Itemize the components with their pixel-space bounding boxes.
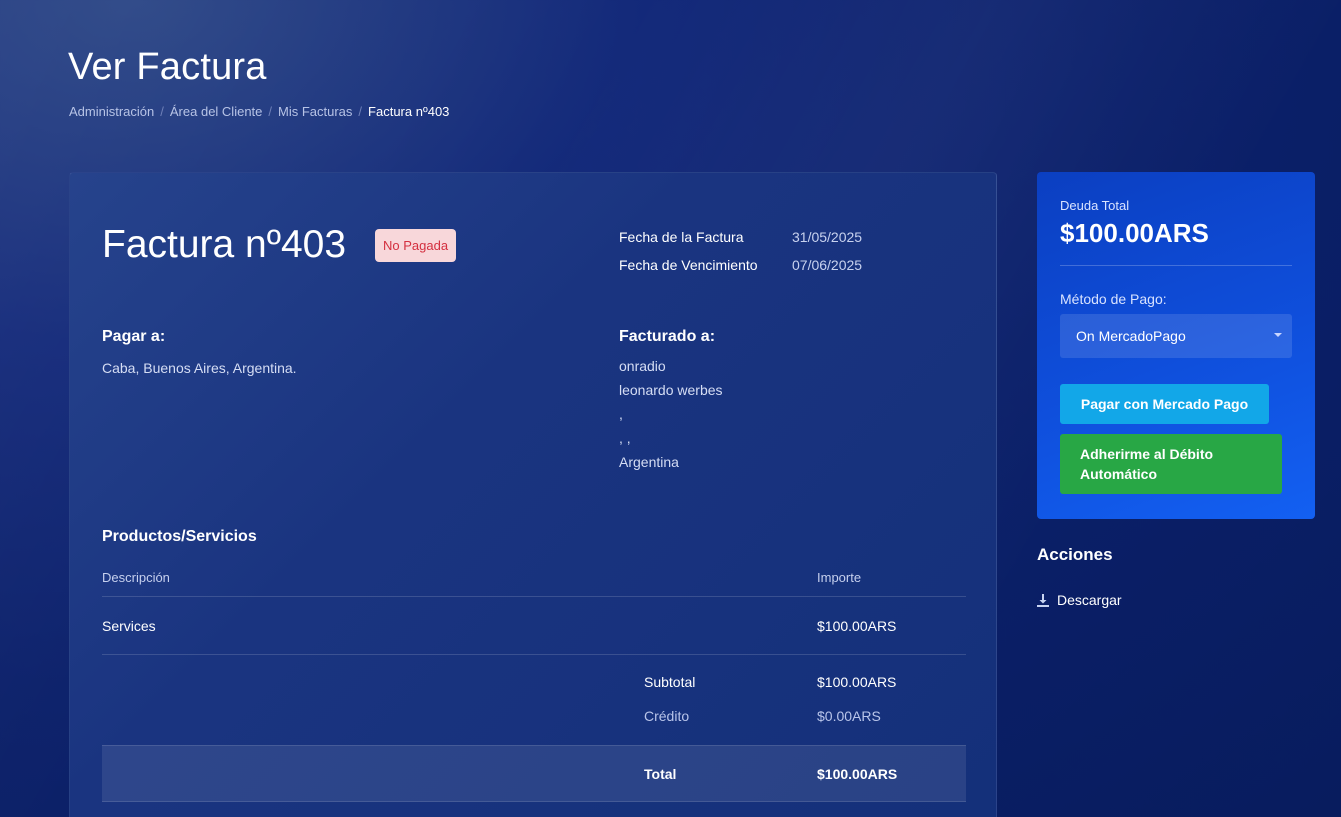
invoice-date-label: Fecha de la Factura	[619, 229, 744, 245]
due-date-value: 07/06/2025	[792, 257, 863, 273]
actions-heading: Acciones	[1037, 545, 1113, 564]
payment-method-value: On MercadoPago	[1076, 328, 1186, 344]
divider	[1060, 265, 1292, 266]
breadcrumb-item-administracion[interactable]: Administración	[69, 104, 154, 119]
payment-method-label: Método de Pago:	[1060, 291, 1167, 307]
download-icon	[1037, 593, 1049, 607]
billed-to-lines: onradio leonardo werbes , , , Argentina	[619, 354, 723, 474]
debt-value: $100.00ARS	[1060, 218, 1209, 248]
payment-method-select[interactable]: On MercadoPago	[1060, 314, 1292, 358]
invoice-card: Factura nº403 No Pagada Fecha de la Fact…	[69, 172, 997, 817]
page-title: Ver Factura	[68, 46, 267, 88]
download-link[interactable]: Descargar	[1037, 592, 1122, 608]
invoice-dates: Fecha de la Factura 31/05/2025 Fecha de …	[619, 223, 862, 279]
breadcrumb-item-area-cliente[interactable]: Área del Cliente	[170, 104, 263, 119]
invoice-title: Factura nº403	[102, 223, 347, 266]
row-amount: $100.00ARS	[817, 617, 897, 634]
row-description: Services	[102, 617, 156, 634]
invoice-date-row: Fecha de la Factura 31/05/2025	[619, 223, 862, 251]
billed-to-line: ,	[619, 406, 623, 422]
payment-card: Deuda Total $100.00ARS Método de Pago: O…	[1037, 172, 1315, 519]
invoice-date-value: 31/05/2025	[792, 229, 863, 245]
breadcrumb-separator: /	[358, 104, 363, 119]
total-row: Total $100.00ARS	[102, 745, 966, 802]
total-value: $100.00ARS	[817, 766, 898, 782]
table-row: Services $100.00ARS	[102, 597, 966, 655]
breadcrumb: Administración / Área del Cliente / Mis …	[69, 104, 449, 119]
subtotal-row: Subtotal $100.00ARS	[102, 665, 966, 699]
subtotal-value: $100.00ARS	[817, 674, 897, 690]
due-date-row: Fecha de Vencimiento 07/06/2025	[619, 251, 862, 279]
pay-to-address: Caba, Buenos Aires, Argentina.	[102, 360, 297, 376]
pay-to-section: Pagar a: Caba, Buenos Aires, Argentina.	[102, 328, 297, 376]
due-date-label: Fecha de Vencimiento	[619, 257, 758, 273]
products-heading: Productos/Servicios	[102, 528, 257, 545]
column-header-description: Descripción	[102, 570, 170, 585]
table-header: Descripción Importe	[102, 559, 966, 597]
subtotal-label: Subtotal	[644, 674, 696, 690]
credit-label: Crédito	[644, 708, 690, 724]
column-header-amount: Importe	[817, 570, 862, 585]
pay-to-heading: Pagar a:	[102, 328, 166, 345]
breadcrumb-item-current: Factura nº403	[368, 104, 450, 119]
billed-to-line: , ,	[619, 430, 631, 446]
billed-to-line: Argentina	[619, 454, 679, 470]
breadcrumb-separator: /	[268, 104, 273, 119]
total-label: Total	[644, 766, 677, 782]
billed-to-heading: Facturado a:	[619, 328, 716, 345]
auto-debit-button[interactable]: Adherirme al Débito Automático	[1060, 434, 1282, 494]
breadcrumb-item-mis-facturas[interactable]: Mis Facturas	[278, 104, 352, 119]
download-label: Descargar	[1057, 592, 1122, 608]
products-table: Descripción Importe Services $100.00ARS …	[102, 559, 966, 802]
credit-row: Crédito $0.00ARS	[102, 699, 966, 733]
billed-to-line: leonardo werbes	[619, 382, 723, 398]
chevron-down-icon	[1274, 333, 1282, 337]
status-badge: No Pagada	[375, 229, 457, 262]
totals-section: Subtotal $100.00ARS Crédito $0.00ARS	[102, 655, 966, 745]
breadcrumb-separator: /	[160, 104, 164, 119]
billed-to-line: onradio	[619, 358, 666, 374]
credit-value: $0.00ARS	[817, 708, 881, 724]
debt-label: Deuda Total	[1060, 198, 1130, 213]
pay-mercadopago-button[interactable]: Pagar con Mercado Pago	[1060, 384, 1269, 424]
billed-to-section: Facturado a: onradio leonardo werbes , ,…	[619, 328, 723, 474]
